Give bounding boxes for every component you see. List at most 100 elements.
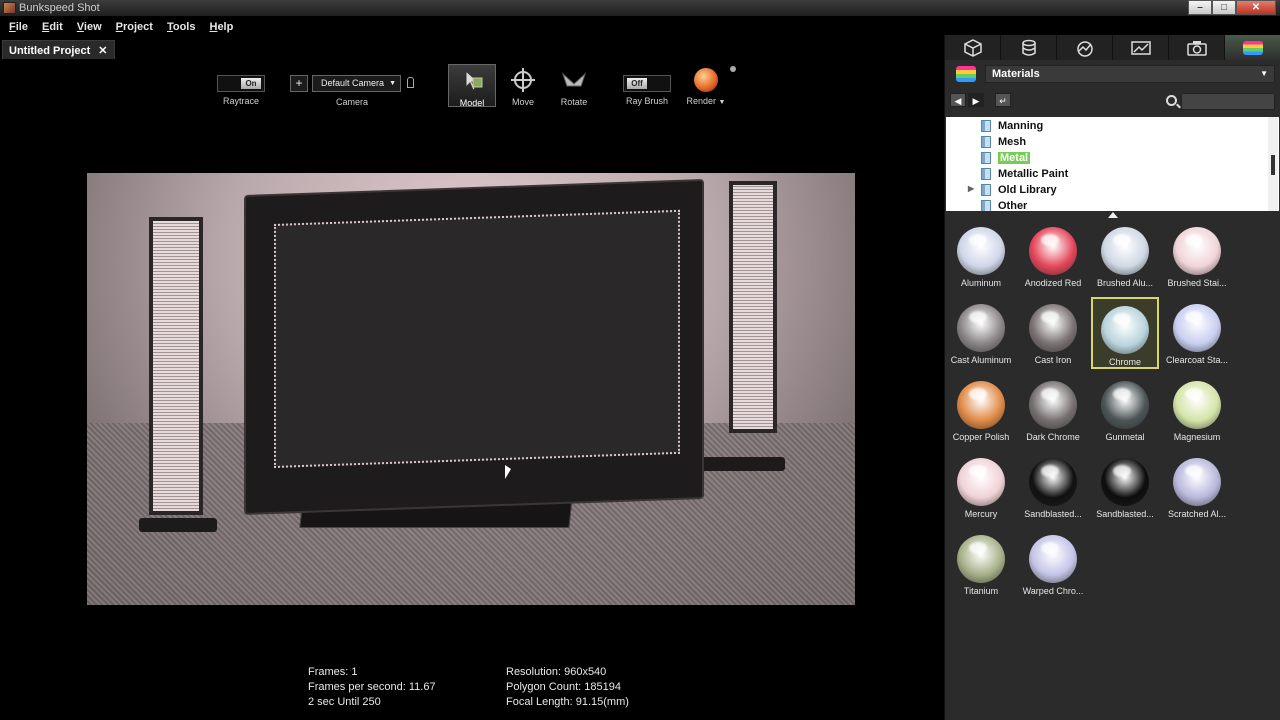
database-icon [1021,39,1036,56]
render-button[interactable]: Render ▼ [684,68,728,106]
material-sphere-icon [1029,458,1077,506]
camera-select[interactable]: Default Camera ▼ [312,75,401,92]
tree-item-label: Old Library [998,184,1057,196]
polygon-count-stat: Polygon Count: 185194 [506,681,621,693]
library-panel: Materials ▼ ◀ ▶ ↵ Manning Mesh Metal Met… [944,35,1280,720]
app-icon [3,2,16,14]
tab-database[interactable] [1001,35,1057,60]
tab-models[interactable] [945,35,1001,60]
tree-item-old-library[interactable]: ▶ Old Library [946,182,1266,198]
rotate-tool-label: Rotate [560,97,588,107]
render-viewport[interactable] [87,173,855,605]
tree-item-metallic-paint[interactable]: Metallic Paint [946,166,1266,182]
tab-close-icon[interactable]: ✕ [98,45,107,57]
menu-view[interactable]: View [70,18,109,38]
tab-backplates[interactable] [1113,35,1169,60]
material-sphere-icon [1029,227,1077,275]
library-select[interactable]: Materials ▼ [985,65,1275,83]
material-swatch[interactable]: Brushed Stai... [1163,220,1231,292]
search-icon [1166,95,1177,106]
material-swatch[interactable]: Gunmetal [1091,374,1159,446]
raytrace-toggle[interactable]: On [217,75,265,92]
render-sphere-icon [694,68,718,92]
pin-icon[interactable] [730,66,736,72]
collapse-arrow-icon[interactable] [1108,212,1118,218]
material-swatch[interactable]: Aluminum [947,220,1015,292]
material-name: Sandblasted... [1024,509,1082,519]
material-swatch[interactable]: Titanium [947,528,1015,600]
tree-item-manning[interactable]: Manning [946,118,1266,134]
material-swatch[interactable]: Brushed Alu... [1091,220,1159,292]
move-tool-label: Move [511,97,534,107]
menu-tools[interactable]: Tools [160,18,203,38]
tab-untitled-project[interactable]: Untitled Project ✕ [2,40,115,59]
camera-control: + Default Camera ▼ Camera [290,60,416,107]
ray-brush-toggle[interactable]: Off [623,75,671,92]
tab-cameras[interactable] [1169,35,1225,60]
rotate-tool-button[interactable]: Rotate [557,66,591,107]
search-input[interactable] [1181,93,1275,110]
window-titlebar: Bunkspeed Shot – □ ✕ [0,0,1280,17]
tree-item-other[interactable]: Other [946,198,1266,211]
model-tool-button[interactable]: Model [448,64,496,108]
up-folder-button[interactable]: ↵ [995,93,1011,107]
resolution-stat: Resolution: 960x540 [506,666,607,678]
menu-edit[interactable]: Edit [35,18,70,38]
back-button[interactable]: ◀ [950,93,966,107]
material-swatch[interactable]: Magnesium [1163,374,1231,446]
material-swatch[interactable]: Warped Chro... [1019,528,1087,600]
lock-icon[interactable] [407,77,414,88]
add-camera-button[interactable]: + [290,75,308,92]
tree-item-mesh[interactable]: Mesh [946,134,1266,150]
toolbar: On Raytrace + Default Camera ▼ Camera Mo… [0,60,944,110]
tree-item-label: Manning [998,120,1044,132]
material-sphere-icon [1101,227,1149,275]
menu-help[interactable]: Help [202,18,240,38]
material-swatch[interactable]: Cast Aluminum [947,297,1015,369]
chevron-down-icon[interactable]: ▼ [719,99,726,106]
material-swatch[interactable]: Cast Iron [1019,297,1087,369]
material-swatch[interactable]: Dark Chrome [1019,374,1087,446]
material-name: Sandblasted... [1096,509,1154,519]
move-tool-button[interactable]: Move [506,66,540,107]
folder-icon [981,184,991,196]
material-swatch[interactable]: Chrome [1091,297,1159,369]
material-swatch[interactable]: Anodized Red [1019,220,1087,292]
camera-select-value: Default Camera [321,78,385,88]
folder-icon [981,120,991,132]
scrollbar-thumb[interactable] [1271,155,1275,175]
tree-item-metal[interactable]: Metal [946,150,1266,166]
material-swatch[interactable]: Copper Polish [947,374,1015,446]
material-swatch[interactable]: Clearcoat Sta... [1163,297,1231,369]
materials-stack-icon [1242,40,1263,55]
ray-brush-control: Off Ray Brush [622,75,672,106]
tab-environment[interactable] [1057,35,1113,60]
expand-arrow-icon[interactable]: ▶ [968,184,974,193]
material-swatch[interactable]: Mercury [947,451,1015,523]
maximize-button[interactable]: □ [1212,0,1236,15]
library-select-value: Materials [992,68,1040,80]
tree-scrollbar[interactable] [1268,117,1278,211]
menu-project[interactable]: Project [109,18,160,38]
material-swatch[interactable]: Sandblasted... [1091,451,1159,523]
tab-materials[interactable] [1225,35,1280,60]
move-icon [511,68,535,92]
minimize-button[interactable]: – [1188,0,1212,15]
library-nav: ◀ ▶ ↵ [945,90,1280,116]
material-name: Mercury [964,509,998,519]
raytrace-label: Raytrace [222,96,259,106]
forward-button[interactable]: ▶ [968,93,984,107]
close-button[interactable]: ✕ [1236,0,1276,15]
material-sphere-icon [1029,535,1077,583]
material-sphere-icon [1173,304,1221,352]
material-sphere-icon [1173,381,1221,429]
library-tree[interactable]: Manning Mesh Metal Metallic Paint ▶ Old … [946,117,1279,211]
material-name: Brushed Stai... [1167,278,1227,288]
ray-brush-state: Off [627,78,647,89]
left-speaker [149,217,203,515]
window-title: Bunkspeed Shot [19,2,100,14]
menu-file[interactable]: File [2,18,35,38]
material-swatch[interactable]: Scratched Al... [1163,451,1231,523]
material-swatch[interactable]: Sandblasted... [1019,451,1087,523]
material-name: Gunmetal [1105,432,1145,442]
